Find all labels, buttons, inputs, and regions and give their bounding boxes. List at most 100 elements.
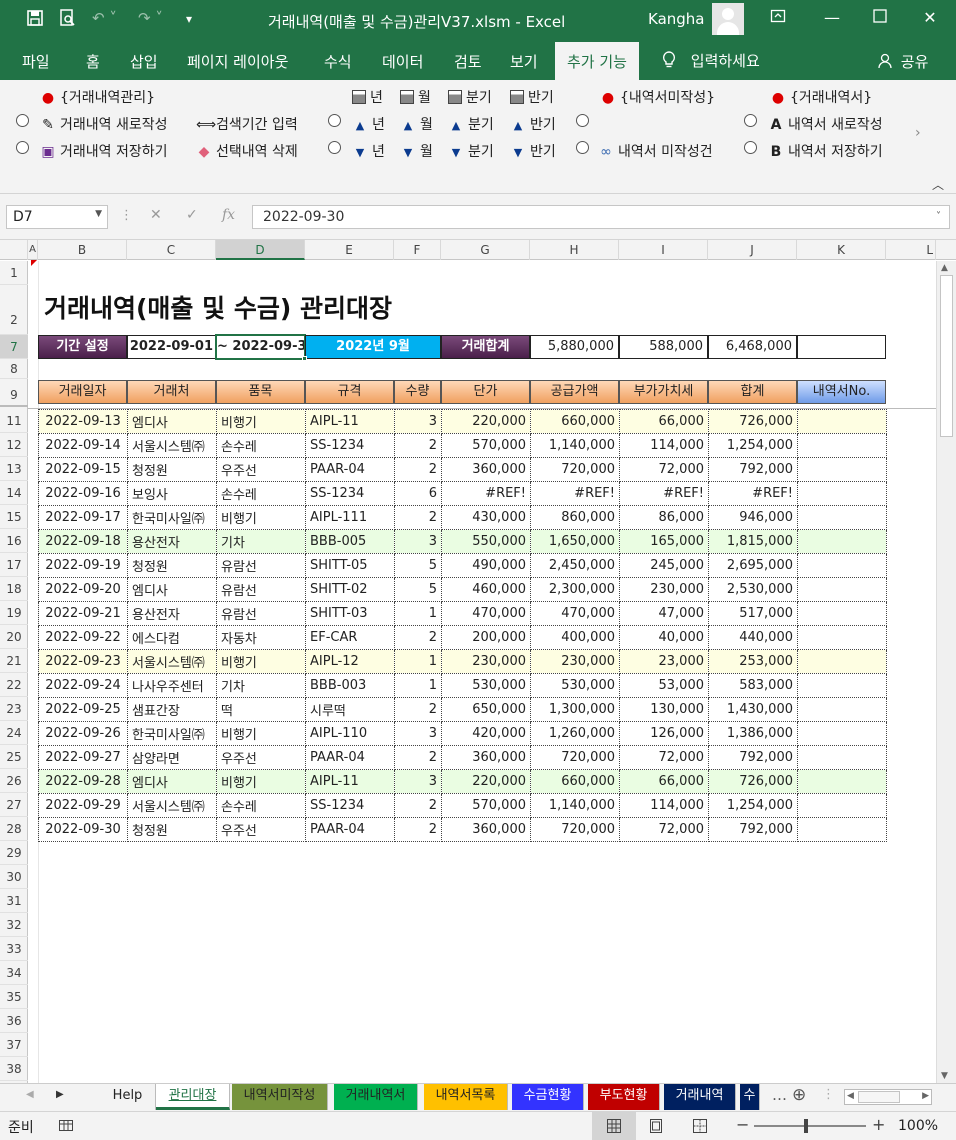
column-header-h[interactable]: H xyxy=(530,240,619,260)
table-cell[interactable]: 1,140,000 xyxy=(530,433,620,458)
row-header[interactable]: 35 xyxy=(0,985,28,1009)
row-header[interactable]: 25 xyxy=(0,745,28,769)
table-cell[interactable] xyxy=(797,481,887,506)
scroll-down-icon[interactable]: ▼ xyxy=(941,1071,948,1081)
table-cell[interactable]: 220,000 xyxy=(441,769,531,794)
table-cell[interactable]: EF-CAR xyxy=(305,625,395,650)
header-statement-no[interactable]: 내역서No. xyxy=(797,380,886,404)
table-cell[interactable]: 손수레 xyxy=(216,481,306,506)
table-cell[interactable]: 2,695,000 xyxy=(708,553,798,578)
table-cell[interactable]: 440,000 xyxy=(708,625,798,650)
table-cell[interactable] xyxy=(797,649,887,674)
sheet-tab[interactable]: 내역서미작성 xyxy=(232,1084,328,1110)
table-cell[interactable] xyxy=(797,745,887,770)
row-header[interactable]: 9 xyxy=(0,379,28,407)
row-header[interactable]: 13 xyxy=(0,457,28,481)
table-cell[interactable]: 2 xyxy=(394,793,442,818)
scroll-up-icon[interactable]: ▲ xyxy=(941,263,948,273)
radio-group2[interactable] xyxy=(576,114,589,130)
half-up-button[interactable]: ▲ 반기 xyxy=(510,114,556,134)
row-header[interactable]: 12 xyxy=(0,433,28,457)
period-half-button[interactable]: 반기 xyxy=(510,87,554,107)
table-row[interactable]: 2022-09-27 삼양라면 우주선 PAAR-04 2 360,000 720,000 7… xyxy=(38,745,887,770)
row-header[interactable]: 15 xyxy=(0,505,28,529)
table-cell[interactable]: 1,815,000 xyxy=(708,529,798,554)
table-row[interactable]: 2022-09-23 서울시스템㈜ 비행기 AIPL-12 1 230,000 230,00… xyxy=(38,649,887,674)
tab-view[interactable]: 보기 xyxy=(510,51,538,72)
next-sheet-icon[interactable]: ▶ xyxy=(56,1089,64,1100)
table-cell[interactable]: 660,000 xyxy=(530,409,620,434)
sheet-tab[interactable]: 관리대장 xyxy=(156,1084,230,1110)
table-cell[interactable] xyxy=(797,505,887,530)
table-row[interactable]: 2022-09-15 청정원 우주선 PAAR-04 2 360,000 720,000 72… xyxy=(38,457,887,482)
table-cell[interactable]: 손수레 xyxy=(216,793,306,818)
table-cell[interactable]: 3 xyxy=(394,529,442,554)
table-row[interactable]: 2022-09-16 보잉사 손수레 SS-1234 6 #REF! #REF! #REF! #… xyxy=(38,481,887,506)
row-header[interactable]: 23 xyxy=(0,697,28,721)
table-cell[interactable]: 517,000 xyxy=(708,601,798,626)
normal-view-button[interactable] xyxy=(592,1112,636,1140)
table-cell[interactable]: PAAR-04 xyxy=(305,745,395,770)
table-cell[interactable]: 660,000 xyxy=(530,769,620,794)
quarter-down-button[interactable]: ▼ 분기 xyxy=(448,141,494,161)
table-cell[interactable]: 2 xyxy=(394,433,442,458)
table-cell[interactable]: 2022-09-27 xyxy=(38,745,128,770)
splitter-icon[interactable]: ⋮ xyxy=(822,1087,835,1102)
table-cell[interactable]: #REF! xyxy=(441,481,531,506)
column-header-k[interactable]: K xyxy=(797,240,886,260)
table-cell[interactable]: 792,000 xyxy=(708,817,798,842)
search-period-button[interactable]: ⟺검색기간 입력 xyxy=(196,114,298,134)
table-cell[interactable]: 5 xyxy=(394,553,442,578)
table-cell[interactable]: PAAR-04 xyxy=(305,817,395,842)
row-header[interactable]: 17 xyxy=(0,553,28,577)
table-cell[interactable] xyxy=(797,769,887,794)
table-cell[interactable]: 청정원 xyxy=(127,457,217,482)
row-header[interactable]: 18 xyxy=(0,577,28,601)
table-cell[interactable]: 130,000 xyxy=(619,697,709,722)
table-cell[interactable]: PAAR-04 xyxy=(305,457,395,482)
table-cell[interactable]: 1,300,000 xyxy=(530,697,620,722)
table-cell[interactable]: 유람선 xyxy=(216,601,306,626)
table-cell[interactable]: 1,260,000 xyxy=(530,721,620,746)
prev-sheet-icon[interactable]: ◀ xyxy=(26,1089,34,1100)
table-cell[interactable]: 360,000 xyxy=(441,745,531,770)
table-cell[interactable]: 245,000 xyxy=(619,553,709,578)
column-header-a[interactable]: A xyxy=(28,240,38,260)
table-cell[interactable]: 40,000 xyxy=(619,625,709,650)
table-cell[interactable] xyxy=(797,553,887,578)
table-cell[interactable]: 우주선 xyxy=(216,745,306,770)
table-cell[interactable]: 583,000 xyxy=(708,673,798,698)
page-break-view-icon[interactable] xyxy=(692,1118,708,1138)
table-cell[interactable] xyxy=(797,409,887,434)
scroll-thumb[interactable] xyxy=(940,275,953,437)
table-row[interactable]: 2022-09-14 서울시스템㈜ 손수레 SS-1234 2 570,000 1,140,… xyxy=(38,433,887,458)
table-cell[interactable]: 72,000 xyxy=(619,817,709,842)
radio-new-trade[interactable] xyxy=(16,114,29,130)
table-cell[interactable]: 66,000 xyxy=(619,409,709,434)
column-header-j[interactable]: J xyxy=(708,240,797,260)
table-cell[interactable]: 570,000 xyxy=(441,433,531,458)
vertical-scrollbar[interactable]: ▲ ▼ xyxy=(936,261,956,1083)
header-qty[interactable]: 수량 xyxy=(394,380,441,404)
table-cell[interactable]: 1 xyxy=(394,673,442,698)
table-cell[interactable]: 시루떡 xyxy=(305,697,395,722)
table-row[interactable]: 2022-09-24 나사우주센터 기차 BBB-003 1 530,000 530,000… xyxy=(38,673,887,698)
row-header[interactable]: 33 xyxy=(0,937,28,961)
horizontal-scrollbar[interactable]: ◀ ▶ xyxy=(844,1089,932,1105)
table-cell[interactable]: 용산전자 xyxy=(127,529,217,554)
table-cell[interactable]: 220,000 xyxy=(441,409,531,434)
table-cell[interactable]: 떡 xyxy=(216,697,306,722)
table-cell[interactable]: 550,000 xyxy=(441,529,531,554)
table-cell[interactable]: 53,000 xyxy=(619,673,709,698)
scroll-left-icon[interactable]: ◀ xyxy=(847,1091,854,1101)
table-row[interactable]: 2022-09-17 한국미사일㈜ 비행기 AIPL-111 2 430,000 860,0… xyxy=(38,505,887,530)
sheet-tab[interactable]: 수금현황 xyxy=(512,1084,584,1110)
zoom-out-icon[interactable]: − xyxy=(736,1115,749,1134)
header-vat[interactable]: 부가가치세 xyxy=(619,380,708,404)
table-cell[interactable]: 165,000 xyxy=(619,529,709,554)
table-cell[interactable]: 한국미사일㈜ xyxy=(127,721,217,746)
table-cell[interactable] xyxy=(797,721,887,746)
table-cell[interactable]: 비행기 xyxy=(216,409,306,434)
row-header[interactable]: 32 xyxy=(0,913,28,937)
table-cell[interactable]: 기차 xyxy=(216,529,306,554)
